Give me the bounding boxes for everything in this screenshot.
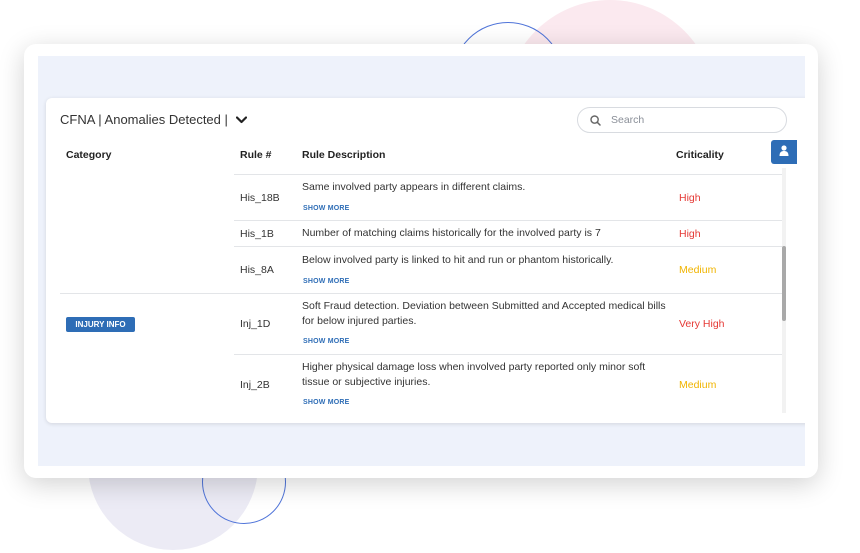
criticality-badge: High (679, 228, 701, 240)
device-frame: CFNA | Anomalies Detected | Category Rul… (24, 44, 818, 478)
rule-description: Same involved party appears in different… (302, 181, 526, 193)
row-divider (234, 246, 782, 247)
user-icon (779, 143, 789, 161)
header-criticality: Criticality (676, 149, 724, 161)
criticality-badge: Medium (679, 379, 717, 391)
row-divider (234, 220, 782, 221)
criticality-badge: Very High (679, 318, 725, 330)
criticality-badge: High (679, 192, 701, 204)
criticality-badge: Medium (679, 264, 717, 276)
rule-number: His_18B (240, 192, 280, 204)
scrollbar-thumb[interactable] (782, 246, 786, 321)
app-screen: CFNA | Anomalies Detected | Category Rul… (38, 56, 805, 466)
panel-title-text: CFNA | Anomalies Detected | (60, 112, 228, 127)
group-divider (60, 293, 782, 294)
rule-number: Inj_2B (240, 379, 270, 391)
user-button[interactable] (771, 140, 797, 164)
show-more-link[interactable]: SHOW MORE (303, 205, 350, 212)
chevron-down-icon[interactable] (235, 112, 247, 127)
show-more-link[interactable]: SHOW MORE (303, 278, 350, 285)
search-input[interactable] (609, 113, 763, 127)
rule-description: Higher physical damage loss when involve… (302, 361, 646, 388)
row-divider (234, 174, 782, 175)
header-category: Category (66, 149, 112, 161)
category-badge-injury-info[interactable]: INJURY INFO (66, 317, 135, 332)
show-more-link[interactable]: SHOW MORE (303, 399, 350, 406)
rule-number: His_1B (240, 228, 274, 240)
rule-description: Soft Fraud detection. Deviation between … (302, 300, 666, 327)
search-icon (590, 114, 601, 126)
rule-description: Number of matching claims historically f… (302, 227, 601, 239)
header-rule: Rule # (240, 149, 272, 161)
row-divider (234, 354, 782, 355)
panel-title[interactable]: CFNA | Anomalies Detected | (60, 112, 247, 127)
search-box (577, 107, 787, 133)
rule-number: His_8A (240, 264, 274, 276)
show-more-link[interactable]: SHOW MORE (303, 338, 350, 345)
anomalies-panel: CFNA | Anomalies Detected | Category Rul… (46, 98, 805, 423)
rule-number: Inj_1D (240, 318, 271, 330)
header-description: Rule Description (302, 149, 386, 161)
rule-description: Below involved party is linked to hit an… (302, 254, 614, 266)
